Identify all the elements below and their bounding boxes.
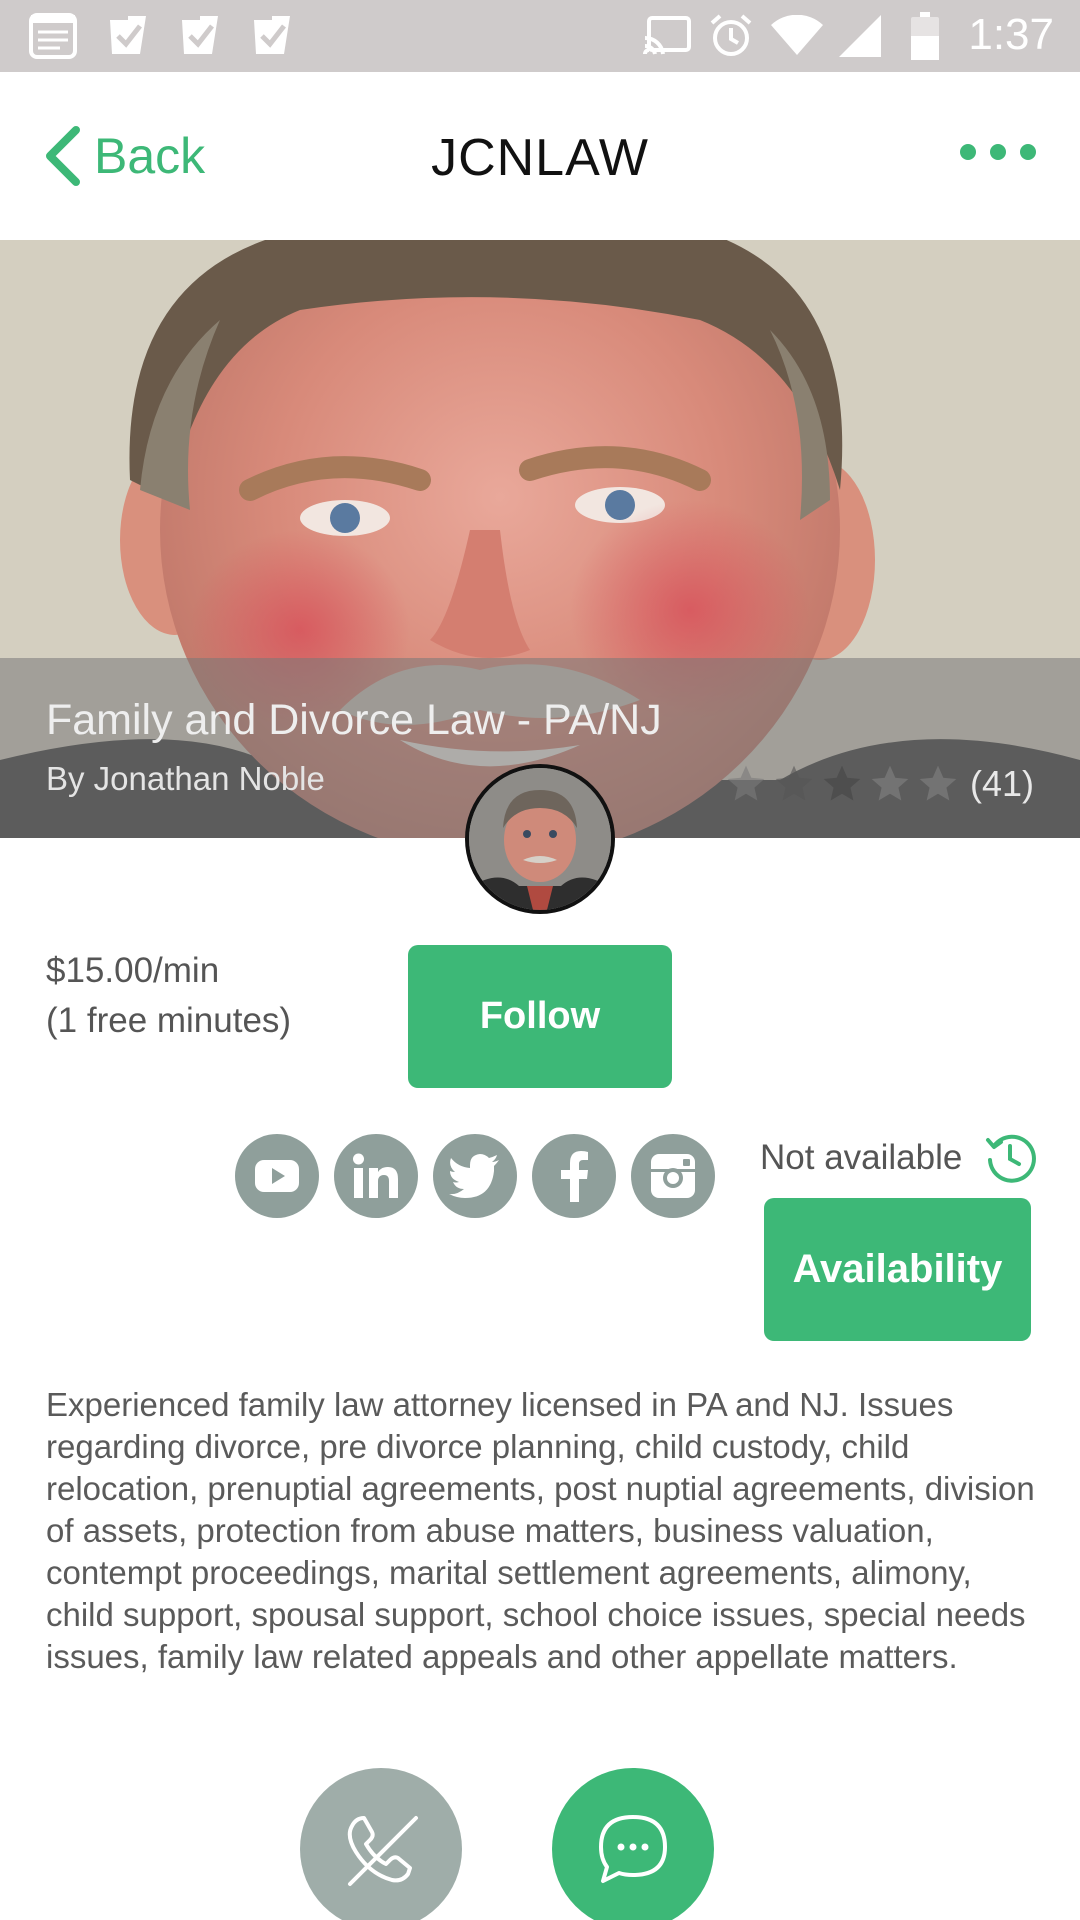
linkedin-icon[interactable]	[334, 1134, 418, 1218]
clock-history-icon	[986, 1134, 1036, 1183]
more-dots-icon	[960, 144, 976, 160]
star-icon	[727, 765, 765, 801]
rate-per-minute: $15.00/min	[46, 951, 220, 990]
rating-count: (41)	[969, 763, 1034, 804]
nav-bar: Back JCNLAW	[0, 72, 1080, 240]
rating: (41)	[724, 762, 1034, 806]
phone-disabled-icon	[347, 1816, 418, 1886]
wifi-icon	[770, 12, 824, 60]
check-bag-icon	[176, 12, 224, 60]
avatar-photo	[469, 768, 611, 910]
more-options-button[interactable]	[960, 144, 1036, 160]
price-info: $15.00/min (1 free minutes)	[46, 946, 291, 1046]
facebook-icon[interactable]	[532, 1134, 616, 1218]
star-icon	[775, 765, 813, 801]
chat-bubble-icon	[599, 1815, 667, 1883]
signal-icon	[836, 12, 884, 60]
youtube-icon[interactable]	[235, 1134, 319, 1218]
status-bar: 1:37	[0, 0, 1080, 72]
page-title: JCNLAW	[431, 129, 649, 187]
listing-description: Experienced family law attorney licensed…	[46, 1386, 1035, 1675]
star-icon	[823, 765, 861, 801]
star-icon	[919, 765, 957, 801]
call-button[interactable]	[300, 1768, 462, 1920]
follow-button[interactable]: Follow	[408, 945, 672, 1088]
listing-author: By Jonathan Noble	[46, 760, 325, 797]
availability-button[interactable]: Availability	[764, 1198, 1031, 1341]
check-bag-icon	[104, 12, 152, 60]
avatar[interactable]	[465, 764, 615, 914]
instagram-icon[interactable]	[631, 1134, 715, 1218]
status-time: 1:37	[968, 10, 1054, 59]
twitter-icon[interactable]	[433, 1134, 517, 1218]
hero-banner: Family and Divorce Law - PA/NJ By Jonath…	[0, 240, 1080, 838]
listing-title: Family and Divorce Law - PA/NJ	[46, 696, 662, 744]
chat-button[interactable]	[552, 1768, 714, 1920]
free-minutes: (1 free minutes)	[46, 1001, 292, 1040]
alarm-icon	[706, 12, 756, 60]
availability-status: Not available	[760, 1138, 963, 1177]
cast-icon	[642, 12, 692, 60]
notification-icon	[26, 12, 80, 60]
battery-icon	[908, 12, 942, 60]
star-icon	[871, 765, 909, 801]
check-bag-icon	[248, 12, 296, 60]
